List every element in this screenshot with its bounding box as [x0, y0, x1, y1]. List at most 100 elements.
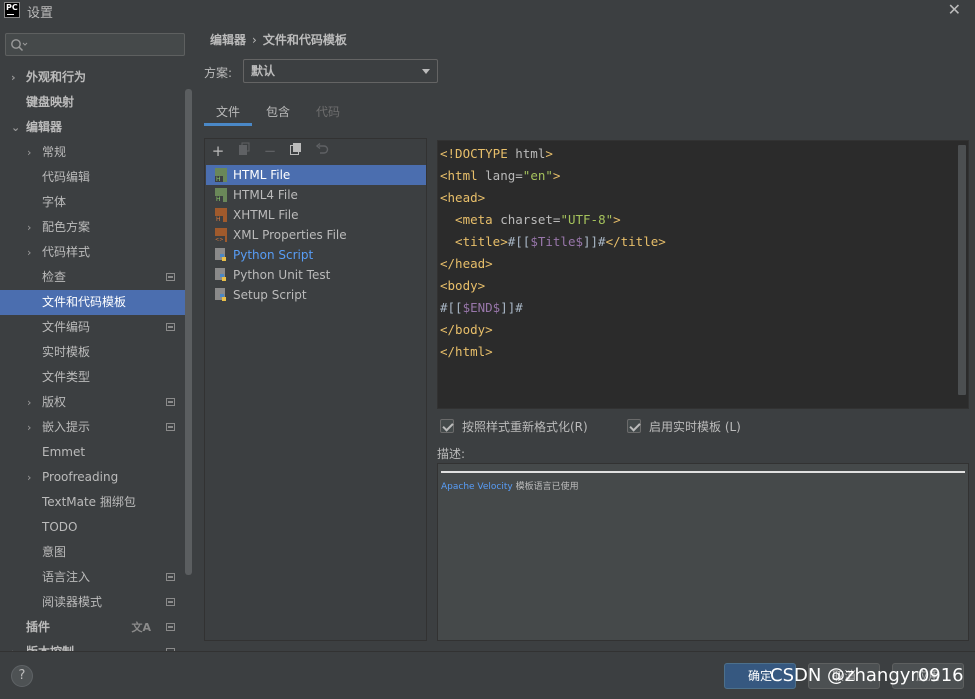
sidebar-item[interactable]: › 代码样式 — [0, 240, 185, 265]
tab-code[interactable]: 代码 — [306, 100, 350, 126]
sidebar-item-label: TextMate 捆绑包 — [42, 495, 136, 509]
close-icon[interactable]: ✕ — [948, 0, 961, 19]
code-line: <meta charset="UTF-8"> — [440, 212, 621, 227]
sidebar-item-label: 编辑器 — [26, 120, 63, 134]
breadcrumb-current: 文件和代码模板 — [262, 33, 347, 47]
svg-text:H: H — [216, 216, 221, 222]
sidebar-item[interactable]: 文件编码 — [0, 315, 185, 340]
reset-icon[interactable] — [313, 142, 331, 160]
sidebar-item[interactable]: 代码编辑 — [0, 165, 185, 190]
template-list-item[interactable]: H XHTML File — [206, 205, 426, 225]
divider — [441, 471, 965, 473]
sidebar-item[interactable]: › 常规 — [0, 140, 185, 165]
chevron-right-icon[interactable]: › — [27, 465, 31, 490]
code-line: </html> — [440, 344, 493, 359]
template-name: XML Properties File — [233, 228, 347, 242]
html-file-icon: H — [214, 168, 228, 183]
pycharm-icon: PC — [4, 2, 20, 18]
sidebar-item-label: 代码编辑 — [42, 170, 91, 184]
chevron-right-icon[interactable]: › — [11, 640, 16, 651]
chevron-right-icon[interactable]: › — [11, 65, 16, 90]
tab-includes[interactable]: 包含 — [256, 100, 300, 126]
remove-icon[interactable]: − — [261, 142, 279, 160]
python-file-icon — [214, 248, 228, 262]
template-list-item[interactable]: Setup Script — [206, 285, 426, 305]
sidebar-item[interactable]: 检查 — [0, 265, 185, 290]
sidebar-item[interactable]: › 外观和行为 — [0, 65, 185, 90]
velocity-link[interactable]: Apache Velocity — [441, 482, 513, 492]
sidebar-item[interactable]: 意图 — [0, 540, 185, 565]
template-name: Setup Script — [233, 288, 307, 302]
template-list-item[interactable]: Python Unit Test — [206, 265, 426, 285]
description-label: 描述: — [437, 447, 466, 461]
project-scope-icon — [166, 273, 175, 281]
sidebar-item[interactable]: 文件类型 — [0, 365, 185, 390]
sidebar-item[interactable]: › 配色方案 — [0, 215, 185, 240]
code-line: #[[$END$]]# — [440, 300, 523, 315]
editor-scrollbar[interactable] — [958, 145, 966, 395]
chevron-right-icon[interactable]: › — [27, 240, 31, 265]
template-list-item[interactable]: H HTML File — [206, 165, 426, 185]
template-list-item[interactable]: Python Script — [206, 245, 426, 265]
list-toolbar: + − — [205, 139, 426, 165]
sidebar-item-label: 嵌入提示 — [42, 420, 91, 434]
sidebar-item-label: 键盘映射 — [26, 95, 75, 109]
sidebar-item[interactable]: TextMate 捆绑包 — [0, 490, 185, 515]
sidebar-item[interactable]: ⌄ 编辑器 — [0, 115, 185, 140]
reformat-label: 按照样式重新格式化(R) — [462, 420, 588, 434]
template-list-item[interactable]: H HTML4 File — [206, 185, 426, 205]
scheme-value: 默认 — [251, 64, 276, 78]
sidebar-item-label: 常规 — [42, 145, 67, 159]
sidebar-item[interactable]: 阅读器模式 — [0, 590, 185, 615]
sidebar-item[interactable]: 文件和代码模板 — [0, 290, 185, 315]
sidebar-item[interactable]: 字体 — [0, 190, 185, 215]
sidebar-scrollbar[interactable] — [185, 89, 192, 575]
chevron-right-icon[interactable]: › — [27, 215, 31, 240]
add-icon[interactable]: + — [209, 142, 227, 160]
code-line: </body> — [440, 322, 493, 337]
sidebar-item[interactable]: 键盘映射 — [0, 90, 185, 115]
chevron-right-icon[interactable]: › — [27, 140, 31, 165]
template-list-item[interactable]: <> XML Properties File — [206, 225, 426, 245]
sidebar-item-label: 语言注入 — [42, 570, 91, 584]
chevron-right-icon[interactable]: › — [27, 390, 31, 415]
sidebar-item-label: 字体 — [42, 195, 67, 209]
description-panel: Apache Velocity 模板语言已使用 — [437, 463, 969, 641]
template-name: Python Script — [233, 248, 314, 262]
sidebar-item-label: 意图 — [42, 545, 67, 559]
sidebar-item[interactable]: › 嵌入提示 — [0, 415, 185, 440]
project-scope-icon — [166, 423, 175, 431]
sidebar-item[interactable]: TODO — [0, 515, 185, 540]
template-name: HTML File — [233, 168, 291, 182]
help-button[interactable]: ? — [11, 665, 33, 687]
search-icon — [11, 39, 28, 52]
reformat-checkbox[interactable] — [440, 419, 454, 433]
breadcrumb-parent[interactable]: 编辑器 — [210, 33, 246, 47]
search-input[interactable] — [5, 33, 185, 56]
template-code-editor[interactable]: <!DOCTYPE html> <html lang="en"> <head> … — [437, 140, 969, 409]
code-line: <html lang="en"> — [440, 168, 561, 183]
python-file-icon — [214, 268, 228, 282]
template-name: HTML4 File — [233, 188, 298, 202]
live-templates-checkbox[interactable] — [627, 419, 641, 433]
sidebar-item[interactable]: › 版本控制 — [0, 640, 185, 651]
sidebar-item[interactable]: 插件 文A — [0, 615, 185, 640]
tab-files[interactable]: 文件 — [204, 100, 252, 126]
duplicate-icon[interactable] — [287, 142, 305, 160]
sidebar-item[interactable]: Emmet — [0, 440, 185, 465]
sidebar-item-label: 配色方案 — [42, 220, 91, 234]
sidebar-item[interactable]: 实时模板 — [0, 340, 185, 365]
sidebar-item-label: 阅读器模式 — [42, 595, 103, 609]
sidebar-item[interactable]: › 版权 — [0, 390, 185, 415]
breadcrumb: 编辑器 › 文件和代码模板 — [210, 31, 347, 48]
sidebar-item[interactable]: › Proofreading — [0, 465, 185, 490]
scheme-dropdown[interactable]: 默认 — [243, 59, 438, 83]
chevron-right-icon[interactable]: › — [27, 415, 31, 440]
sidebar-item-label: 文件编码 — [42, 320, 91, 334]
sidebar-item-label: 代码样式 — [42, 245, 91, 259]
chevron-down-icon[interactable]: ⌄ — [11, 115, 20, 140]
sidebar-item[interactable]: 语言注入 — [0, 565, 185, 590]
copy-template-icon[interactable] — [235, 142, 253, 160]
code-line: <title>#[[$Title$]]#</title> — [440, 234, 666, 249]
project-scope-icon — [166, 573, 175, 581]
